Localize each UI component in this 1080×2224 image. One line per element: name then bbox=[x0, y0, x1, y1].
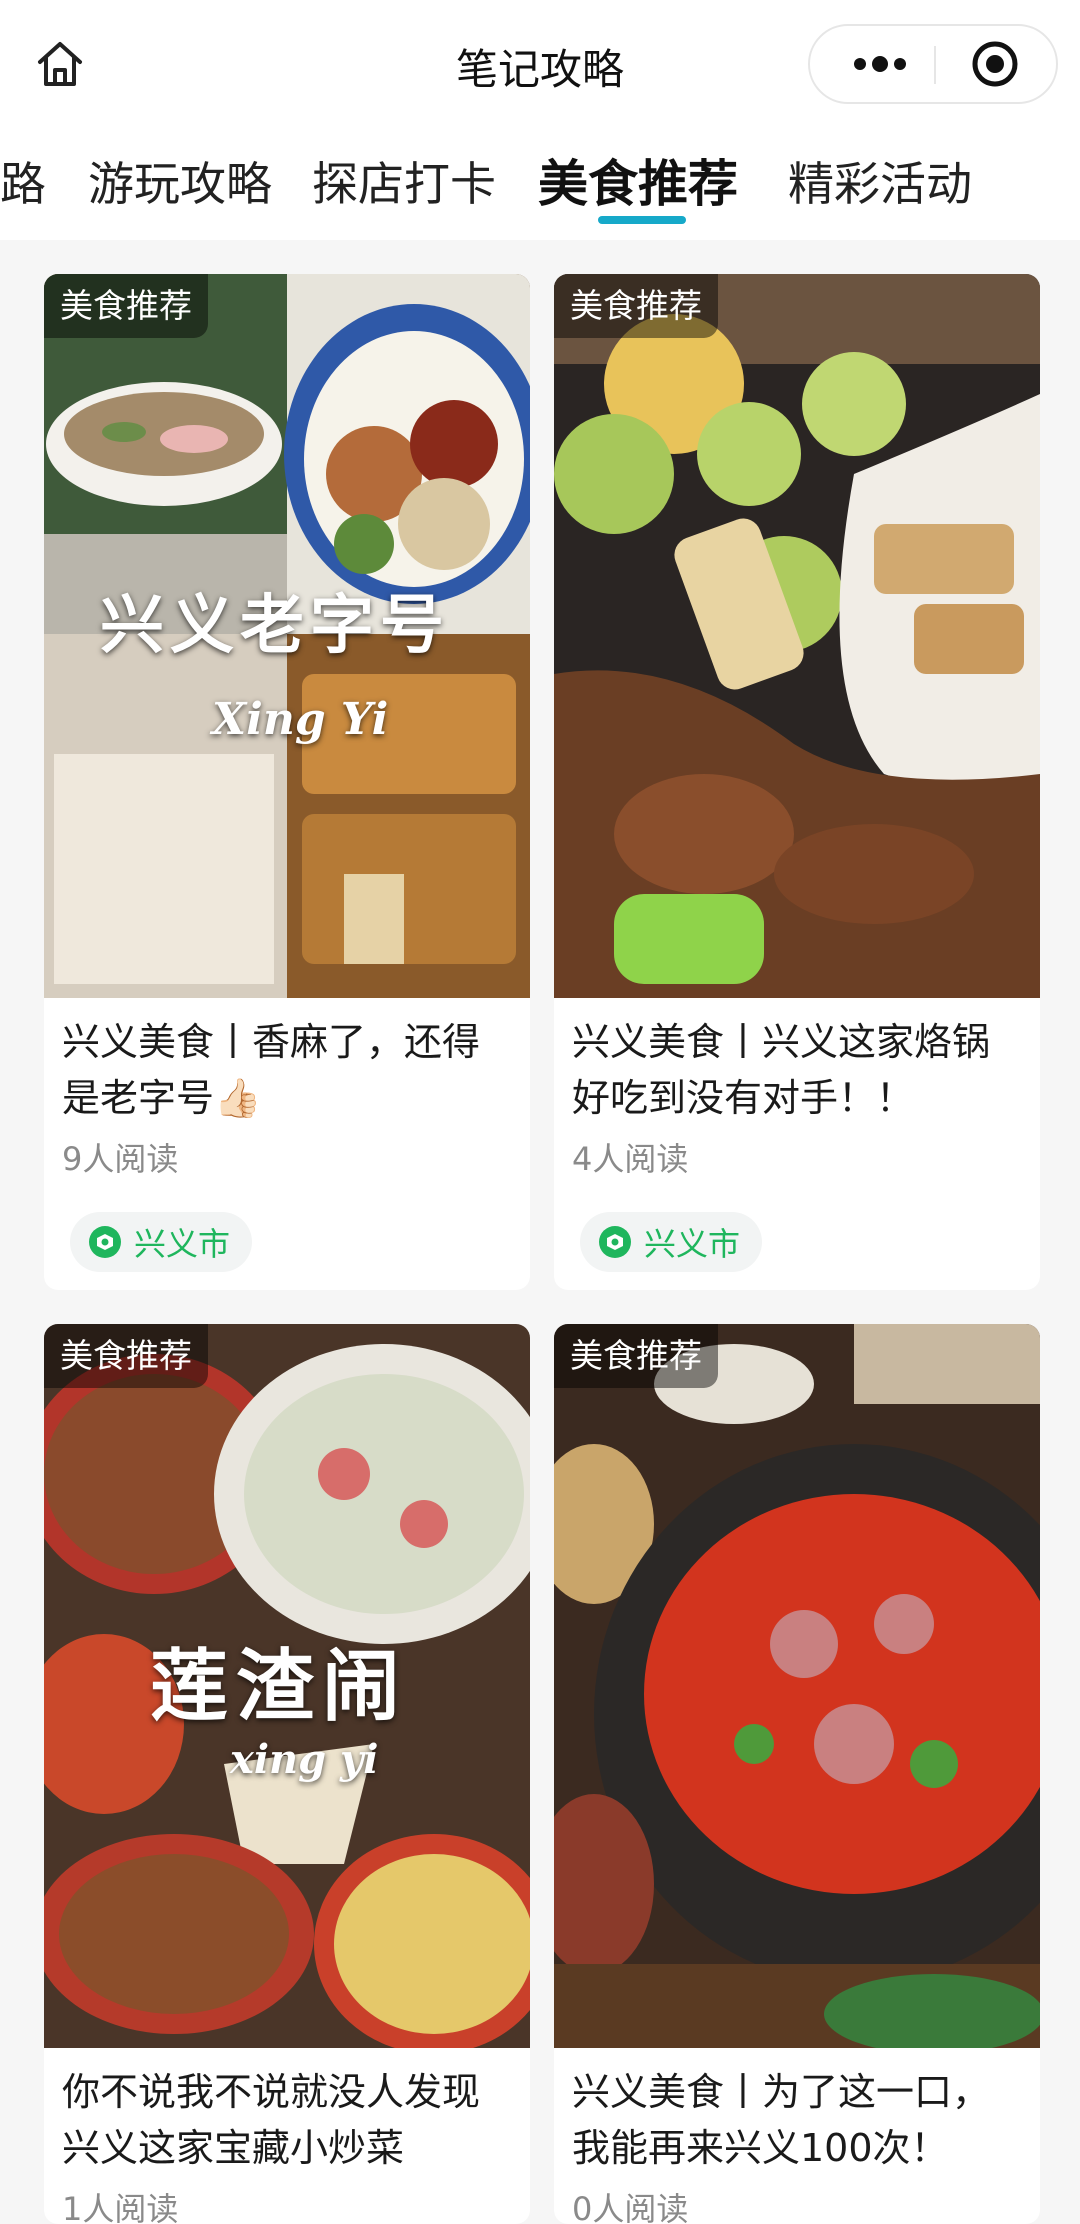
image-overlay-title: 莲渣闹 bbox=[150, 1641, 409, 1732]
card-image: 美食推荐 兴义老字号 Xing Yi bbox=[44, 274, 530, 998]
read-count: 4人阅读 bbox=[572, 1140, 689, 1178]
card-title: 兴义美食丨为了这一口，我能再来兴义100次！ bbox=[572, 2070, 991, 2170]
category-badge: 美食推荐 bbox=[44, 274, 208, 338]
read-count: 0人阅读 bbox=[572, 2190, 689, 2224]
location-tag[interactable]: 兴义市 bbox=[580, 1212, 763, 1272]
tab-events[interactable]: 精彩活动 bbox=[788, 148, 972, 214]
location-tag[interactable]: 兴义市 bbox=[70, 1212, 253, 1272]
target-close-icon bbox=[972, 41, 1018, 87]
category-badge: 美食推荐 bbox=[554, 1324, 718, 1388]
category-badge: 美食推荐 bbox=[44, 1324, 208, 1388]
read-count: 1人阅读 bbox=[62, 2190, 179, 2224]
nav-header: 笔记攻略 bbox=[0, 0, 1080, 130]
tab-travel-guide[interactable]: 游玩攻略 bbox=[88, 148, 272, 214]
food-photo-stirfry bbox=[554, 274, 1040, 998]
tab-route-partial[interactable]: 路 bbox=[0, 148, 46, 214]
image-overlay-subtitle: Xing Yi bbox=[212, 694, 389, 745]
card-title: 兴义美食丨兴义这家烙锅好吃到没有对手！！ bbox=[572, 1020, 991, 1120]
note-card[interactable]: 美食推荐 兴义美食丨兴义这家烙锅好吃到没有对手！！ 4人阅读 兴义市 bbox=[554, 274, 1040, 1290]
close-button[interactable] bbox=[940, 26, 1050, 102]
home-button[interactable] bbox=[28, 32, 92, 96]
active-tab-indicator bbox=[598, 216, 686, 224]
food-photo-hotpot bbox=[554, 1324, 1040, 2048]
location-label: 兴义市 bbox=[134, 1225, 231, 1263]
note-card[interactable]: 美食推荐 兴义美食丨为了这一口，我能再来兴义100次！ 0人阅读 bbox=[554, 1324, 1040, 2224]
more-button[interactable] bbox=[830, 26, 930, 102]
more-dots-icon bbox=[854, 56, 906, 72]
home-icon bbox=[38, 42, 82, 86]
note-card[interactable]: 美食推荐 莲渣闹 xing yi 你不说我不说就没人发现兴义这家宝藏小炒菜 1人… bbox=[44, 1324, 530, 2224]
location-label: 兴义市 bbox=[644, 1225, 741, 1263]
tab-food-recommend[interactable]: 美食推荐 bbox=[538, 144, 738, 216]
location-tag-icon bbox=[599, 1226, 631, 1258]
category-badge: 美食推荐 bbox=[554, 274, 718, 338]
location-tag-icon bbox=[89, 1226, 121, 1258]
category-tabs: 路 游玩攻略 探店打卡 美食推荐 精彩活动 bbox=[0, 130, 1080, 240]
note-card[interactable]: 美食推荐 兴义老字号 Xing Yi 兴义美食丨香麻了，还得是老字号👍🏻 9人阅… bbox=[44, 274, 530, 1290]
capsule-divider bbox=[934, 46, 936, 84]
card-title: 兴义美食丨香麻了，还得是老字号👍🏻 bbox=[62, 1020, 481, 1120]
card-image: 美食推荐 bbox=[554, 1324, 1040, 2048]
image-overlay-subtitle: xing yi bbox=[230, 1736, 379, 1783]
card-image: 美食推荐 莲渣闹 xing yi bbox=[44, 1324, 530, 2048]
image-overlay-title: 兴义老字号 bbox=[100, 588, 450, 663]
card-title: 你不说我不说就没人发现兴义这家宝藏小炒菜 bbox=[62, 2070, 481, 2170]
tab-store-checkin[interactable]: 探店打卡 bbox=[312, 148, 496, 214]
card-image: 美食推荐 bbox=[554, 274, 1040, 998]
mini-program-capsule bbox=[808, 24, 1058, 104]
read-count: 9人阅读 bbox=[62, 1140, 179, 1178]
